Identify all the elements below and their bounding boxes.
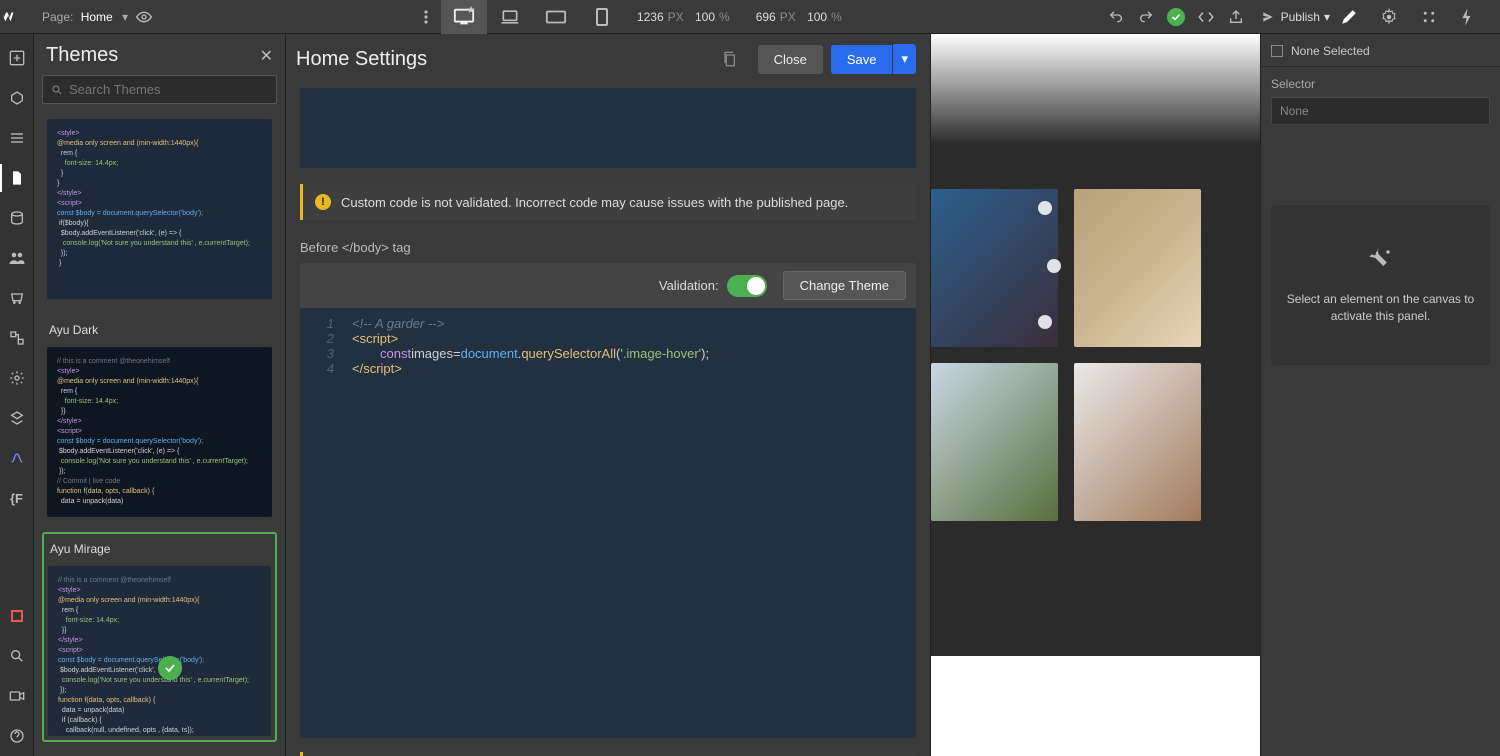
cms-icon[interactable] (0, 198, 34, 238)
style-panel-icon[interactable] (1340, 8, 1380, 26)
settings-icon[interactable] (0, 358, 34, 398)
page-name: Home (81, 10, 113, 24)
themes-title: Themes (46, 44, 260, 67)
themes-list[interactable]: <style> @media only screen and (min-widt… (34, 114, 285, 756)
themes-panel: Themes ✕ <style> @media only screen and … (34, 34, 286, 756)
validation-toggle[interactable] (727, 275, 767, 297)
warning-icon: ! (315, 194, 331, 210)
symbols-icon[interactable] (0, 78, 34, 118)
theme-card[interactable]: <style> @media only screen and (min-widt… (42, 118, 277, 304)
settings-title: Home Settings (296, 48, 722, 71)
theme-name: Ayu Dark (43, 315, 276, 343)
device-tablet-icon[interactable] (533, 0, 579, 34)
interactions-panel-icon[interactable] (1420, 8, 1460, 26)
help-icon[interactable] (0, 716, 34, 756)
before-body-label: Before </body> tag (300, 240, 916, 255)
viewport-width[interactable]: 1236PX 100% (625, 10, 744, 24)
selection-indicator: None Selected (1261, 34, 1500, 67)
image-grid (931, 189, 1201, 521)
device-mobile-icon[interactable] (579, 0, 625, 34)
effects-panel-icon[interactable] (1460, 8, 1500, 26)
save-dropdown[interactable]: ▾ (893, 44, 916, 74)
variables-icon[interactable]: {F (0, 478, 34, 518)
selected-check-icon (158, 656, 182, 680)
canvas-image[interactable] (1074, 363, 1201, 521)
theme-card[interactable]: Ayu Dark // this is a comment @theonehim… (42, 314, 277, 522)
warning-banner: ! Custom code is not validated. Incorrec… (300, 184, 916, 220)
left-rail: {F (0, 34, 34, 756)
top-bar: Page: Home ▾ ★ 1236PX 100% 696PX 100% (0, 0, 1500, 34)
right-panel: None Selected Selector None Select an el… (1260, 34, 1500, 756)
close-button[interactable]: Close (758, 45, 823, 74)
theme-preview: <style> @media only screen and (min-widt… (47, 119, 272, 299)
selector-field[interactable]: None (1271, 97, 1490, 125)
warning-text: Custom code is not validated. Incorrect … (341, 195, 848, 210)
undo-icon[interactable] (1101, 0, 1131, 34)
more-icon[interactable] (411, 0, 441, 34)
page-label: Page: (42, 10, 73, 24)
style-placeholder: Select an element on the canvas to activ… (1271, 205, 1490, 365)
canvas-image[interactable] (931, 363, 1058, 521)
logic-icon[interactable] (0, 318, 34, 358)
settings-panel-icon[interactable] (1380, 8, 1420, 26)
search-input[interactable] (42, 75, 277, 104)
publish-button[interactable]: Publish ▾ (1251, 10, 1340, 24)
preview-icon[interactable] (136, 9, 166, 25)
settings-panel: Home Settings Close Save ▾ ! Custom code… (286, 34, 931, 756)
audit-icon[interactable] (0, 596, 34, 636)
page-selector[interactable]: Page: Home ▾ (34, 10, 136, 24)
selector-label: Selector (1261, 67, 1500, 97)
navigator-icon[interactable] (0, 118, 34, 158)
search-field[interactable] (69, 82, 268, 97)
canvas-image[interactable] (931, 189, 1058, 347)
add-element-icon[interactable] (0, 38, 34, 78)
device-desktop-icon[interactable]: ★ (441, 0, 487, 34)
apps-icon[interactable] (0, 398, 34, 438)
editor-toolbar: Validation: Change Theme (300, 263, 916, 308)
users-icon[interactable] (0, 238, 34, 278)
canvas-image[interactable] (1074, 189, 1201, 347)
placeholder-text: Select an element on the canvas to activ… (1285, 291, 1476, 325)
copy-icon[interactable] (722, 51, 750, 67)
change-theme-button[interactable]: Change Theme (783, 271, 906, 300)
redo-icon[interactable] (1131, 0, 1161, 34)
viewport-height[interactable]: 696PX 100% (744, 10, 856, 24)
code-icon[interactable] (1191, 0, 1221, 34)
validation-label: Validation: (659, 278, 719, 293)
device-laptop-icon[interactable] (487, 0, 533, 34)
search-icon[interactable] (0, 636, 34, 676)
save-button[interactable]: Save (831, 45, 893, 74)
theme-preview: // this is a comment @theonehimself <sty… (48, 566, 271, 736)
flow-icon[interactable] (0, 438, 34, 478)
theme-name: Ayu Mirage (44, 534, 275, 562)
theme-card-selected[interactable]: Ayu Mirage // this is a comment @theoneh… (42, 532, 277, 742)
close-icon[interactable]: ✕ (260, 46, 273, 66)
status-ok-icon[interactable] (1161, 8, 1191, 26)
selection-box-icon (1271, 45, 1283, 57)
warning-banner: ! Custom code is not validated. Incorrec… (300, 752, 916, 756)
canvas[interactable] (931, 34, 1261, 756)
code-editor[interactable]: 1<!-- A garder --> 2<script> 3const imag… (300, 308, 916, 738)
video-icon[interactable] (0, 676, 34, 716)
settings-body[interactable]: ! Custom code is not validated. Incorrec… (286, 84, 930, 756)
code-block-head (300, 88, 916, 168)
export-icon[interactable] (1221, 0, 1251, 34)
pages-icon[interactable] (0, 158, 34, 198)
ecommerce-icon[interactable] (0, 278, 34, 318)
logo-icon[interactable] (0, 8, 34, 26)
none-selected-label: None Selected (1291, 44, 1370, 58)
theme-preview: // this is a comment @theonehimself <sty… (47, 347, 272, 517)
